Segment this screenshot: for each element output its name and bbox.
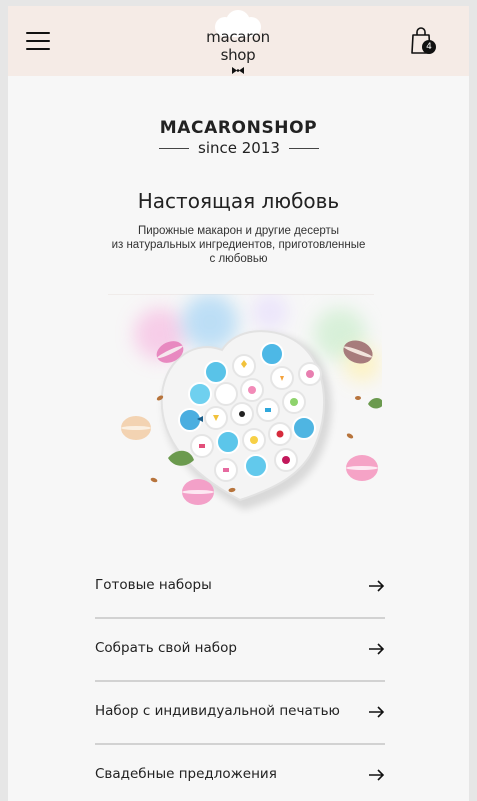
menu-item-label: Набор с индивидуальной печатью: [95, 703, 340, 719]
divider: [289, 148, 319, 149]
menu-item-label: Готовые наборы: [95, 577, 212, 593]
logo-text-line2: shop: [220, 46, 256, 64]
brand-title: MACARONSHOP: [159, 118, 318, 138]
category-menu: Готовые наборы Собрать свой набор Набор …: [95, 556, 385, 801]
since-text: since 2013: [198, 139, 280, 157]
hero-image: [108, 294, 382, 510]
subtitle-line: с любовью: [209, 253, 268, 265]
page-subtitle: Пирожные макарон и другие десерты из нат…: [88, 224, 389, 266]
logo[interactable]: macaron shop: [198, 10, 278, 74]
menu-item-label: Собрать свой набор: [95, 640, 237, 656]
page-title: Настоящая любовь: [137, 189, 340, 213]
arrow-right-icon: [369, 643, 385, 655]
cart-count-badge: 4: [422, 40, 436, 54]
divider: [159, 148, 189, 149]
since-row: since 2013: [8, 139, 469, 159]
arrow-right-icon: [369, 580, 385, 592]
header: macaron shop 4: [8, 6, 469, 76]
hamburger-icon[interactable]: [26, 32, 50, 52]
menu-item-wedding[interactable]: Свадебные предложения: [95, 745, 385, 801]
bow-tie-icon: [232, 67, 244, 74]
logo-text-line1: macaron: [206, 28, 270, 46]
subtitle-line: Пирожные макарон и другие десерты: [137, 225, 340, 237]
menu-item-custom-print[interactable]: Набор с индивидуальной печатью: [95, 682, 385, 745]
menu-item-build-set[interactable]: Собрать свой набор: [95, 619, 385, 682]
page: macaron shop 4 MACARONSHOP since 2013 На…: [8, 6, 469, 801]
menu-item-ready-sets[interactable]: Готовые наборы: [95, 556, 385, 619]
cart-button[interactable]: 4: [410, 26, 444, 60]
arrow-right-icon: [369, 706, 385, 718]
subtitle-line: из натуральных ингредиентов, приготовлен…: [111, 239, 366, 251]
menu-item-label: Свадебные предложения: [95, 766, 277, 782]
arrow-right-icon: [369, 769, 385, 781]
